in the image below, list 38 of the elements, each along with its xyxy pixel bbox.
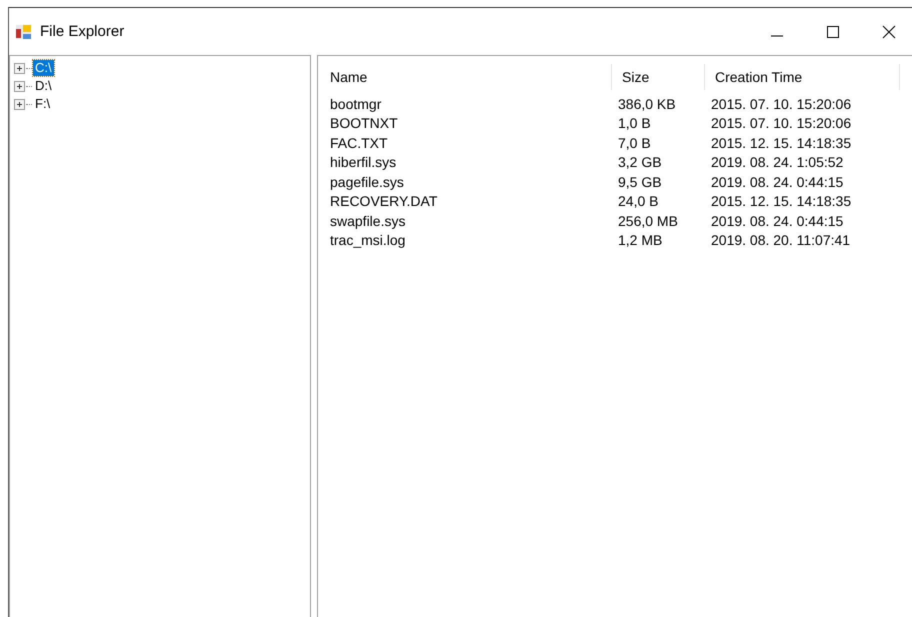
table-cell-text: 7,0 B <box>617 134 652 152</box>
table-cell-text: BOOTNXT <box>329 114 399 133</box>
table-cell-text: 3,2 GB <box>617 153 663 172</box>
table-cell-text: 1,2 MB <box>617 231 664 250</box>
table-cell-text: 2019. 08. 24. 0:44:15 <box>710 212 844 230</box>
column-header[interactable]: Creation Time <box>705 64 900 90</box>
plus-icon[interactable] <box>14 62 25 74</box>
tree-item[interactable]: F:\ <box>33 96 52 112</box>
table-cell-text: 2019. 08. 20. 11:07:41 <box>710 231 852 250</box>
table-cell-text: 1,0 B <box>617 114 652 133</box>
column-header[interactable]: Name <box>318 64 612 90</box>
column-header[interactable]: Size <box>612 64 705 90</box>
table-cell-text: pagefile.sys <box>329 172 405 192</box>
table-cell-text: 2015. 12. 15. 14:18:35 <box>710 192 852 211</box>
table-cell-text: swapfile.sys <box>329 212 406 230</box>
table-cell-text: 256,0 MB <box>617 212 679 230</box>
minimize-icon <box>770 34 784 36</box>
table-cell-text: RECOVERY.DAT <box>329 192 438 211</box>
tree-item[interactable]: D:\ <box>33 78 54 94</box>
table-cell-text: bootmgr <box>329 94 382 114</box>
plus-icon[interactable] <box>14 98 25 110</box>
tree-item[interactable]: C:\ <box>33 60 54 76</box>
table-cell-text: 2015. 07. 10. 15:20:06 <box>710 94 852 114</box>
window-title: File Explorer <box>40 23 124 40</box>
table-cell-text: 9,5 GB <box>617 172 663 192</box>
maximize-icon <box>826 24 840 38</box>
table-cell-text: 2019. 08. 24. 0:44:15 <box>710 172 844 192</box>
table-cell-text: 386,0 KB <box>617 94 677 114</box>
close-icon <box>882 24 896 38</box>
table-cell-text: 2015. 07. 10. 15:20:06 <box>710 114 852 133</box>
table-cell-text: 24,0 B <box>617 192 660 211</box>
table-cell-text: trac_msi.log <box>329 231 406 250</box>
plus-icon[interactable] <box>14 80 25 92</box>
app-icon <box>15 24 32 40</box>
table-cell-text: 2019. 08. 24. 1:05:52 <box>710 153 844 172</box>
table-cell-text: hiberfil.sys <box>329 153 398 172</box>
table-cell-text: 2015. 12. 15. 14:18:35 <box>710 134 852 152</box>
table-cell-text: FAC.TXT <box>329 134 389 152</box>
